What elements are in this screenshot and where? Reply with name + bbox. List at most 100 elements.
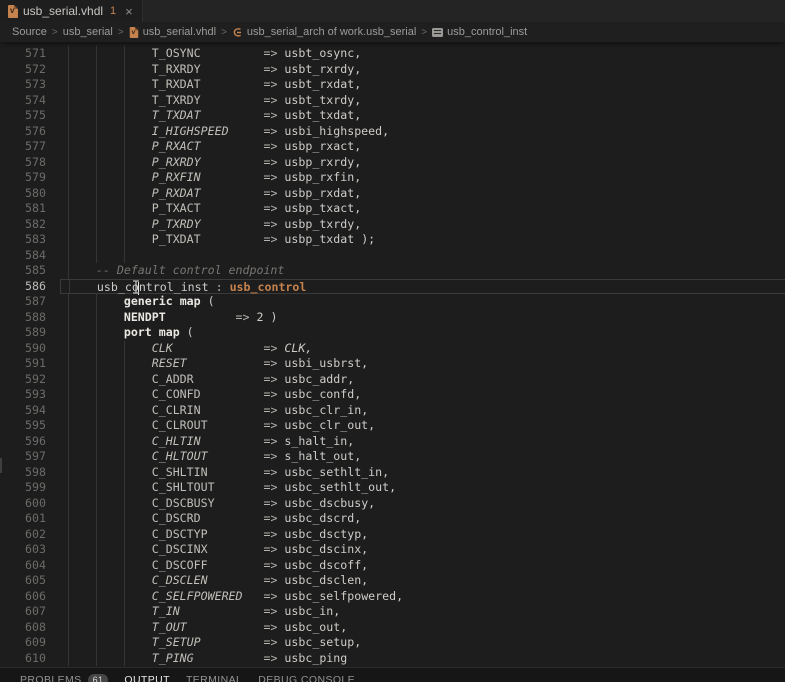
code-line-603[interactable]: 603 C_DSCINX => usbc_dscinx, <box>0 542 785 558</box>
code-line-content[interactable]: C_SHLTOUT => usbc_sethlt_out, <box>60 480 785 496</box>
panel-tab-problems[interactable]: PROBLEMS61 <box>20 674 108 682</box>
breadcrumb-item-usb_control_inst[interactable]: usb_control_inst <box>432 26 527 38</box>
code-line-584[interactable]: 584 <box>0 248 785 264</box>
panel-tab-terminal[interactable]: TERMINAL <box>186 674 242 682</box>
code-line-593[interactable]: 593 C_CONFD => usbc_confd, <box>0 387 785 403</box>
code-line-content[interactable]: C_DSCINX => usbc_dscinx, <box>60 542 785 558</box>
code-line-content[interactable]: C_DSCOFF => usbc_dscoff, <box>60 558 785 574</box>
line-number: 588 <box>0 310 60 326</box>
code-line-585[interactable]: 585 -- Default control endpoint <box>0 263 785 279</box>
code-line-574[interactable]: 574 T_TXRDY => usbt_txrdy, <box>0 93 785 109</box>
code-line-576[interactable]: 576 I_HIGHSPEED => usbi_highspeed, <box>0 124 785 140</box>
code-line-content[interactable]: C_ADDR => usbc_addr, <box>60 372 785 388</box>
editor-tab-usb-serial[interactable]: usb_serial.vhdl 1 × <box>0 0 143 22</box>
code-line-582[interactable]: 582 P_TXRDY => usbp_txrdy, <box>0 217 785 233</box>
code-line-content[interactable]: P_TXRDY => usbp_txrdy, <box>60 217 785 233</box>
port-name: T_RXRDY <box>152 62 201 76</box>
code-line-605[interactable]: 605 C_DSCLEN => usbc_dsclen, <box>0 573 785 589</box>
code-line-content[interactable]: T_RXDAT => usbt_rxdat, <box>60 77 785 93</box>
code-line-592[interactable]: 592 C_ADDR => usbc_addr, <box>0 372 785 388</box>
code-line-596[interactable]: 596 C_HLTIN => s_halt_in, <box>0 434 785 450</box>
code-line-599[interactable]: 599 C_SHLTOUT => usbc_sethlt_out, <box>0 480 785 496</box>
code-line-content[interactable]: P_TXACT => usbp_txact, <box>60 201 785 217</box>
code-line-604[interactable]: 604 C_DSCOFF => usbc_dscoff, <box>0 558 785 574</box>
code-editor[interactable]: 571 T_OSYNC => usbt_osync,572 T_RXRDY =>… <box>0 42 785 667</box>
code-line-573[interactable]: 573 T_RXDAT => usbt_rxdat, <box>0 77 785 93</box>
code-line-content[interactable]: P_TXDAT => usbp_txdat ); <box>60 232 785 248</box>
code-line-572[interactable]: 572 T_RXRDY => usbt_rxrdy, <box>0 62 785 78</box>
code-line-595[interactable]: 595 C_CLROUT => usbc_clr_out, <box>0 418 785 434</box>
code-line-571[interactable]: 571 T_OSYNC => usbt_osync, <box>0 46 785 62</box>
code-line-587[interactable]: 587 generic map ( <box>0 294 785 310</box>
code-line-609[interactable]: 609 T_SETUP => usbc_setup, <box>0 635 785 651</box>
breadcrumb-item-usb_serial[interactable]: usb_serial <box>63 26 113 38</box>
code-line-content[interactable]: T_SETUP => usbc_setup, <box>60 635 785 651</box>
code-line-content[interactable]: usb_control_inst : usb_control <box>60 279 785 295</box>
signal-name: usbc_in, <box>284 604 340 618</box>
code-line-content[interactable]: T_IN => usbc_in, <box>60 604 785 620</box>
code-line-content[interactable]: CLK => CLK, <box>60 341 785 357</box>
code-line-580[interactable]: 580 P_RXDAT => usbp_rxdat, <box>0 186 785 202</box>
code-line-content[interactable]: C_HLTOUT => s_halt_out, <box>60 449 785 465</box>
code-line-content[interactable]: generic map ( <box>60 294 785 310</box>
code-line-content[interactable]: C_DSCLEN => usbc_dsclen, <box>60 573 785 589</box>
code-line-589[interactable]: 589 port map ( <box>0 325 785 341</box>
code-line-content[interactable]: C_DSCRD => usbc_dscrd, <box>60 511 785 527</box>
code-line-607[interactable]: 607 T_IN => usbc_in, <box>0 604 785 620</box>
code-line-content[interactable]: C_HLTIN => s_halt_in, <box>60 434 785 450</box>
code-line-content[interactable] <box>60 248 785 264</box>
code-line-content[interactable]: T_TXDAT => usbt_txdat, <box>60 108 785 124</box>
code-line-578[interactable]: 578 P_RXRDY => usbp_rxrdy, <box>0 155 785 171</box>
code-line-content[interactable]: -- Default control endpoint <box>60 263 785 279</box>
code-line-600[interactable]: 600 C_DSCBUSY => usbc_dscbusy, <box>0 496 785 512</box>
code-line-content[interactable]: C_SELFPOWERED => usbc_selfpowered, <box>60 589 785 605</box>
code-line-610[interactable]: 610 T_PING => usbc_ping <box>0 651 785 667</box>
code-line-content[interactable]: T_OUT => usbc_out, <box>60 620 785 636</box>
code-line-586[interactable]: 586 usb_control_inst : usb_control <box>0 279 785 295</box>
line-number: 590 <box>0 341 60 357</box>
code-line-598[interactable]: 598 C_SHLTIN => usbc_sethlt_in, <box>0 465 785 481</box>
signal-name: usbc_ping <box>284 651 347 665</box>
breadcrumb-item-usb_serial-vhdl[interactable]: usb_serial.vhdl <box>129 26 216 39</box>
breadcrumb-item-source[interactable]: Source <box>12 26 47 38</box>
code-line-content[interactable]: T_TXRDY => usbt_txrdy, <box>60 93 785 109</box>
code-line-content[interactable]: P_RXDAT => usbp_rxdat, <box>60 186 785 202</box>
code-line-577[interactable]: 577 P_RXACT => usbp_rxact, <box>0 139 785 155</box>
code-line-581[interactable]: 581 P_TXACT => usbp_txact, <box>0 201 785 217</box>
code-line-601[interactable]: 601 C_DSCRD => usbc_dscrd, <box>0 511 785 527</box>
line-number: 607 <box>0 604 60 620</box>
code-line-content[interactable]: C_CLRIN => usbc_clr_in, <box>60 403 785 419</box>
panel-tab-debug-console[interactable]: DEBUG CONSOLE <box>258 674 355 682</box>
tab-close-icon[interactable]: × <box>125 5 133 18</box>
code-line-content[interactable]: C_CONFD => usbc_confd, <box>60 387 785 403</box>
code-line-content[interactable]: RESET => usbi_usbrst, <box>60 356 785 372</box>
code-line-608[interactable]: 608 T_OUT => usbc_out, <box>0 620 785 636</box>
code-line-content[interactable]: T_OSYNC => usbt_osync, <box>60 46 785 62</box>
code-line-583[interactable]: 583 P_TXDAT => usbp_txdat ); <box>0 232 785 248</box>
code-line-content[interactable]: P_RXACT => usbp_rxact, <box>60 139 785 155</box>
code-line-content[interactable]: port map ( <box>60 325 785 341</box>
code-line-588[interactable]: 588 NENDPT => 2 ) <box>0 310 785 326</box>
code-line-597[interactable]: 597 C_HLTOUT => s_halt_out, <box>0 449 785 465</box>
code-line-594[interactable]: 594 C_CLRIN => usbc_clr_in, <box>0 403 785 419</box>
code-line-content[interactable]: P_RXFIN => usbp_rxfin, <box>60 170 785 186</box>
panel-tab-output[interactable]: OUTPUT <box>124 674 170 682</box>
code-line-606[interactable]: 606 C_SELFPOWERED => usbc_selfpowered, <box>0 589 785 605</box>
code-line-content[interactable]: C_DSCBUSY => usbc_dscbusy, <box>60 496 785 512</box>
code-line-591[interactable]: 591 RESET => usbi_usbrst, <box>0 356 785 372</box>
code-line-575[interactable]: 575 T_TXDAT => usbt_txdat, <box>0 108 785 124</box>
code-line-590[interactable]: 590 CLK => CLK, <box>0 341 785 357</box>
code-line-content[interactable]: I_HIGHSPEED => usbi_highspeed, <box>60 124 785 140</box>
code-line-content[interactable]: T_RXRDY => usbt_rxrdy, <box>60 62 785 78</box>
signal-name: usbp_txdat ); <box>284 232 375 246</box>
code-line-content[interactable]: C_DSCTYP => usbc_dsctyp, <box>60 527 785 543</box>
breadcrumb-item-usb_serial_arch[interactable]: usb_serial_arch of work.usb_serial <box>232 26 416 38</box>
code-line-content[interactable]: C_CLROUT => usbc_clr_out, <box>60 418 785 434</box>
code-line-602[interactable]: 602 C_DSCTYP => usbc_dsctyp, <box>0 527 785 543</box>
code-line-579[interactable]: 579 P_RXFIN => usbp_rxfin, <box>0 170 785 186</box>
code-line-content[interactable]: T_PING => usbc_ping <box>60 651 785 667</box>
code-line-content[interactable]: C_SHLTIN => usbc_sethlt_in, <box>60 465 785 481</box>
code-line-content[interactable]: P_RXRDY => usbp_rxrdy, <box>60 155 785 171</box>
line-number: 608 <box>0 620 60 636</box>
code-line-content[interactable]: NENDPT => 2 ) <box>60 310 785 326</box>
